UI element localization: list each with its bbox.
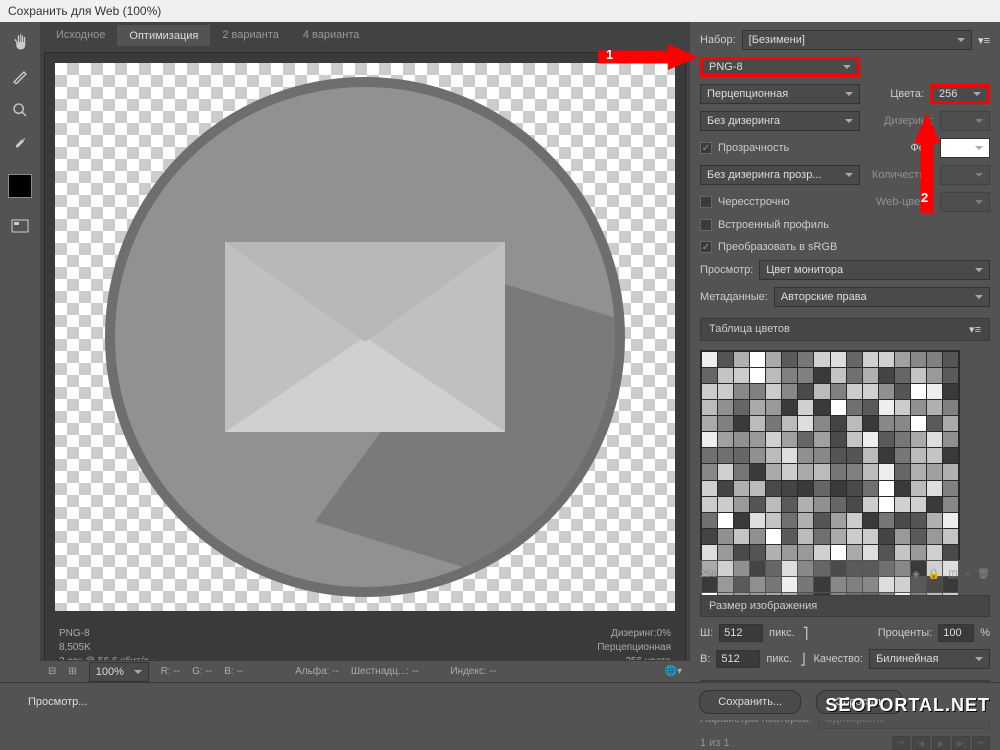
frame-info: 1 из 1 <box>700 737 730 749</box>
width-input[interactable] <box>719 624 763 642</box>
panel-menu-icon[interactable]: ▾≡ <box>978 34 990 47</box>
foreground-color[interactable] <box>8 174 32 198</box>
first-frame: ⏮ <box>892 736 910 750</box>
new-color-icon[interactable]: ▫ <box>966 569 970 580</box>
settings-panel: Набор: [Безимени] ▾≡ PNG-8 Перцепционная… <box>690 22 1000 682</box>
next-frame: ▶| <box>952 736 970 750</box>
transparency-grid <box>55 63 675 611</box>
window-titlebar: Сохранить для Web (100%) <box>0 0 1000 22</box>
preset-dropdown[interactable]: [Безимени] <box>742 30 972 50</box>
quality-label: Качество: <box>814 653 864 665</box>
dither-amt <box>940 111 990 131</box>
save-button[interactable]: Сохранить... <box>699 690 801 714</box>
slice-tool[interactable] <box>8 64 32 88</box>
tab-optimize[interactable]: Оптимизация <box>117 25 210 46</box>
zoom-tool[interactable] <box>8 98 32 122</box>
watermark: SEOPORTAL.NET <box>825 695 990 716</box>
interlaced-checkbox[interactable]: Чересстрочно <box>700 196 790 208</box>
convert-srgb-checkbox[interactable]: ✓Преобразовать в sRGB <box>700 241 837 253</box>
callout-1: 1 <box>598 44 698 70</box>
map-transparent-icon[interactable]: ◫ <box>948 569 957 580</box>
animation-controls: ⏮ ◀ ▶ ▶| ⏭ <box>892 736 990 750</box>
reduction-dropdown[interactable]: Перцепционная <box>700 84 860 104</box>
preset-label: Набор: <box>700 34 736 46</box>
prev-frame: ◀ <box>912 736 930 750</box>
preview-button[interactable]: Просмотр... <box>10 691 105 713</box>
toggle-slice-icon-2[interactable]: ⊞ <box>68 666 76 677</box>
play: ▶ <box>932 736 950 750</box>
metadata-label: Метаданные: <box>700 291 768 303</box>
slice-visibility[interactable] <box>8 214 32 238</box>
tab-source[interactable]: Исходное <box>44 25 117 45</box>
percent-input[interactable] <box>938 624 974 642</box>
color-table-header: Таблица цветов▾≡ <box>700 318 990 341</box>
height-label: В: <box>700 653 710 665</box>
metadata-dropdown[interactable]: Авторские права <box>774 287 990 307</box>
transparency-checkbox[interactable]: ✓Прозрачность <box>700 142 789 154</box>
color-table[interactable] <box>700 350 960 560</box>
colors-dropdown[interactable]: 256 <box>930 84 990 104</box>
eyedropper-tool[interactable] <box>8 132 32 156</box>
preview-image-envelope-icon <box>105 77 625 597</box>
trans-amt <box>940 165 990 185</box>
websnap <box>940 192 990 212</box>
tab-4up[interactable]: 4 варианта <box>291 25 372 45</box>
trans-dither-dropdown[interactable]: Без дизеринга прозр... <box>700 165 860 185</box>
tab-2up[interactable]: 2 варианта <box>210 25 291 45</box>
preview-tabs: Исходное Оптимизация 2 варианта 4 вариан… <box>40 22 690 48</box>
percent-label: Проценты: <box>878 627 933 639</box>
snap-web-icon[interactable]: ◈ <box>912 569 920 580</box>
width-label: Ш: <box>700 627 713 639</box>
lock-icon[interactable]: 🔒 <box>928 569 940 580</box>
format-dropdown[interactable]: PNG-8 <box>700 57 860 77</box>
preview-dropdown[interactable]: Цвет монитора <box>759 260 990 280</box>
dither-dropdown[interactable]: Без дизеринга <box>700 111 860 131</box>
hand-tool[interactable] <box>8 30 32 54</box>
height-input[interactable] <box>716 650 760 668</box>
quality-dropdown[interactable]: Билинейная <box>869 649 990 669</box>
last-frame: ⏭ <box>972 736 990 750</box>
callout-2: 2 <box>914 113 940 213</box>
image-size-header: Размер изображения <box>700 595 990 617</box>
canvas-area[interactable]: PNG-8 8,505K 2 сек @ 56,6 кбит/с ▾ Дизер… <box>44 52 686 678</box>
delete-icon[interactable]: 🗑 <box>977 569 990 580</box>
preview-label: Просмотр: <box>700 264 753 276</box>
browser-dropdown-icon[interactable]: 🌐▾ <box>665 666 682 677</box>
toggle-slice-icon[interactable]: ⊟ <box>48 666 56 677</box>
left-toolbar <box>0 22 40 682</box>
embed-profile-checkbox[interactable]: Встроенный профиль <box>700 219 829 231</box>
zoom-dropdown[interactable]: 100% <box>89 662 149 682</box>
color-table-menu-icon[interactable]: ▾≡ <box>969 323 981 336</box>
colors-label: Цвета: <box>890 88 924 100</box>
color-count: 256 <box>700 569 717 580</box>
matte-dropdown[interactable] <box>940 138 990 158</box>
status-bar: ⊟ ⊞ 100% R: -- G: -- B: -- Альфа: -- Шес… <box>40 660 690 682</box>
